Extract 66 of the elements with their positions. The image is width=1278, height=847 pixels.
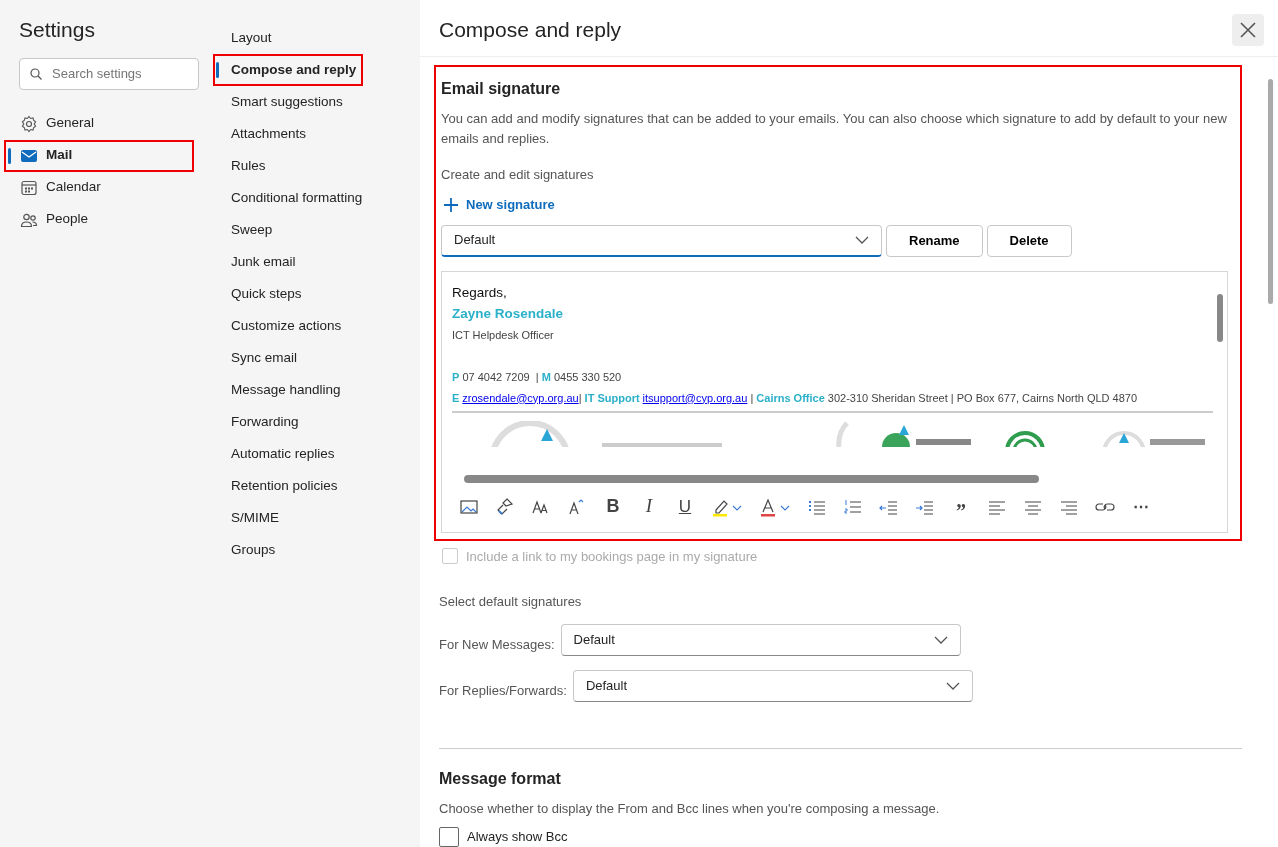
gear-icon [20,114,38,133]
section-description: You can add and modify signatures that can be added to your emails. You can also choose which signature to add by default to your new emails and replies. [441,110,1228,148]
close-icon [1239,21,1257,39]
subcategory-item[interactable]: Message handling [218,374,420,406]
rename-button[interactable]: Rename [886,224,983,257]
toolbar-button[interactable]: B [596,491,630,522]
category-item[interactable]: Calendar [0,171,199,204]
email-link[interactable]: zrosendale@cyp.org.au [462,391,579,404]
search-icon [30,67,42,80]
subcategory-item[interactable]: Layout [218,22,420,54]
subcategory-item[interactable]: Smart suggestions [218,86,420,118]
signature-dropdown[interactable]: Default [560,624,961,656]
checkbox[interactable] [439,827,459,847]
signature-contact-line: E zrosendale@cyp.org.au| IT Support itsupport@cyp.org.au | Cairns Office 302-310 Sheridan Street | PO Box 677, Cairns North QLD 4870 [452,390,1138,406]
checkbox-label: Include a link to my bookings page in my signature [466,547,758,566]
signature-dropdown[interactable]: Default [441,224,882,257]
search-box[interactable]: Search settings [19,57,199,90]
signature-text: ICT Helpdesk Officer [452,327,554,343]
close-button[interactable] [1232,14,1264,46]
toolbar-button[interactable]: ” [944,491,978,522]
subcategory-item[interactable]: Retention policies [218,470,420,502]
font-color-icon [759,496,791,517]
panel-title: Compose and reply [439,17,622,44]
section-description: Choose whether to display the From and Bcc lines when you're composing a message. [439,800,941,818]
category-item[interactable]: General [0,107,199,140]
category-item[interactable]: People [0,203,199,236]
signature-text: Regards, [452,283,507,302]
chevron-down-icon [945,682,960,690]
chevron-down-icon [933,636,948,644]
envelope-icon [20,147,38,164]
signature-dropdown[interactable]: Default [572,670,973,702]
email-link[interactable]: itsupport@cyp.org.au [642,391,748,404]
chevron-down-icon [855,236,869,244]
section-heading: Message format [439,769,562,789]
subcategory-item[interactable]: Compose and reply [213,54,363,86]
field-label: For Replies/Forwards: [439,682,567,700]
category-item[interactable]: Mail [4,139,194,172]
subcategory-item[interactable]: Conditional formatting [218,182,420,214]
subcategory-item[interactable]: Automatic replies [218,438,420,470]
toolbar-button[interactable]: U [668,491,702,522]
subcategory-item[interactable]: Forwarding [218,406,420,438]
subcategory-item[interactable]: Junk email [218,246,420,278]
checkbox-label: Always show Bcc [467,828,568,847]
search-field[interactable]: Search settings [50,62,188,85]
toolbar-button[interactable]: ⋯ [1124,491,1158,522]
calendar-icon [20,178,38,197]
settings-title: Settings [18,17,96,43]
field-label: For New Messages: [439,636,555,654]
paintbrush-icon [495,496,515,517]
subcategory-item[interactable]: Rules [218,150,420,182]
subcategory-item[interactable]: S/MIME [218,502,420,534]
signature-contact-line: P 07 4042 7209 | M 0455 330 520 [452,369,622,385]
field-label: Create and edit signatures [441,166,595,184]
subcategory-item[interactable]: Sync email [218,342,420,374]
subcategory-item[interactable]: Groups [218,534,420,566]
plus-icon [443,196,459,213]
subcategory-item[interactable]: Quick steps [218,278,420,310]
subcategory-item[interactable]: Customize actions [218,310,420,342]
section-heading: Email signature [441,79,562,99]
subcategory-item[interactable]: Sweep [218,214,420,246]
subcategory-item[interactable]: Attachments [218,118,420,150]
signature-name: Zayne Rosendale [452,304,564,323]
section-label: Select default signatures [439,593,583,611]
new-signature-button[interactable]: New signature [443,195,555,215]
toolbar-button[interactable]: I [632,491,666,522]
delete-button[interactable]: Delete [986,224,1072,257]
